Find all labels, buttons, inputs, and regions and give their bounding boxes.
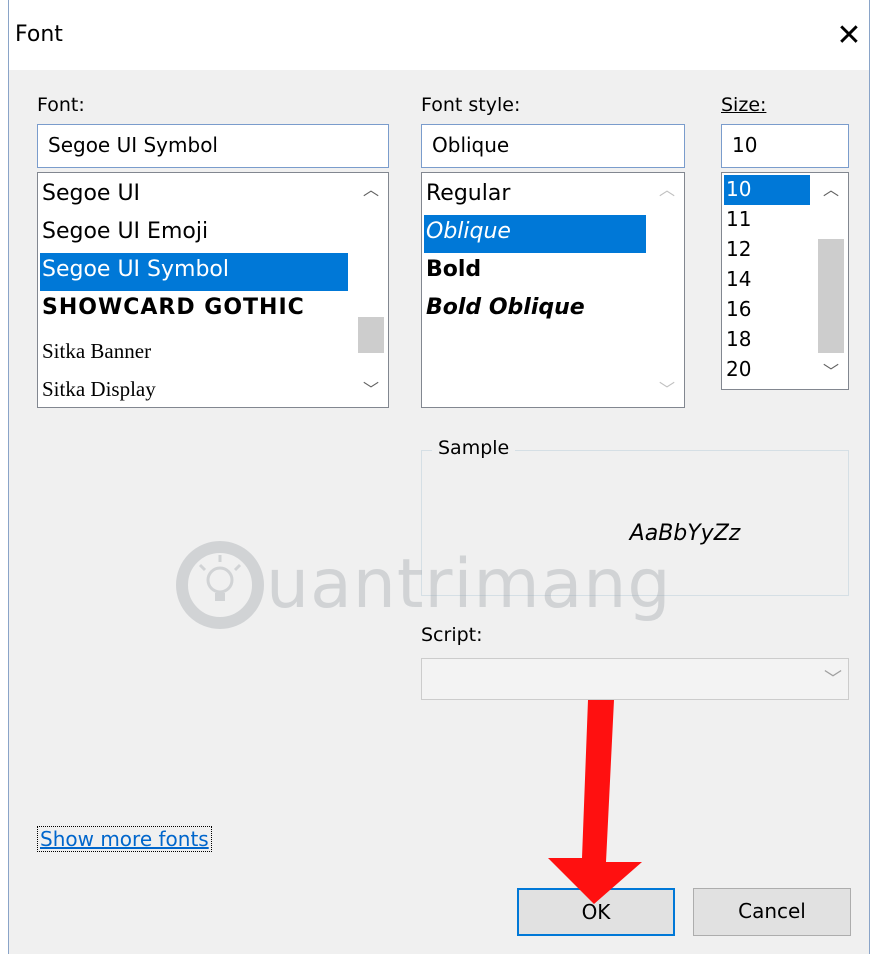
font-item-sitka-banner[interactable]: Sitka Banner (40, 333, 348, 371)
font-item-segoe-ui[interactable]: Segoe UI (40, 177, 348, 215)
window-title: Font (15, 22, 63, 47)
style-item-oblique[interactable]: Oblique (424, 215, 646, 253)
size-item[interactable]: 20 (724, 355, 810, 385)
font-item-showcard-gothic[interactable]: SHOWCARD GOTHIC (40, 291, 348, 331)
script-label: Script: (421, 624, 483, 646)
size-label: Size: (721, 94, 767, 116)
scroll-up-icon[interactable]: ︿ (650, 175, 684, 205)
size-list-scrollbar[interactable]: ︿ ﹀ (814, 173, 848, 389)
scroll-down-icon[interactable]: ﹀ (354, 375, 388, 405)
font-style-list[interactable]: Regular Oblique Bold Bold Oblique ︿ ﹀ (421, 172, 685, 408)
close-icon[interactable]: ✕ (829, 16, 869, 56)
sample-label: Sample (432, 437, 516, 459)
font-list-scrollbar[interactable]: ︿ ﹀ (354, 173, 388, 407)
size-item[interactable]: 14 (724, 265, 810, 295)
font-item-segoe-ui-emoji[interactable]: Segoe UI Emoji (40, 215, 348, 253)
font-list[interactable]: Segoe UI Segoe UI Emoji Segoe UI Symbol … (37, 172, 389, 408)
script-select[interactable]: ﹀ (421, 658, 849, 700)
scroll-thumb[interactable] (818, 239, 844, 353)
font-style-label: Font style: (421, 94, 521, 116)
scroll-up-icon[interactable]: ︿ (354, 175, 388, 205)
font-item-sitka-display[interactable]: Sitka Display (40, 371, 348, 407)
size-item[interactable]: 11 (724, 205, 810, 235)
font-dialog: Font ✕ Font: Segoe UI Symbol Segoe UI Se… (8, 0, 870, 954)
style-item-regular[interactable]: Regular (424, 177, 646, 215)
scroll-up-icon[interactable]: ︿ (814, 175, 848, 205)
style-item-bold-oblique[interactable]: Bold Oblique (424, 291, 646, 331)
size-input[interactable]: 10 (721, 124, 849, 168)
chevron-down-icon: ﹀ (824, 669, 842, 690)
style-item-bold[interactable]: Bold (424, 253, 646, 291)
sample-group: Sample AaBbYyZz (421, 437, 849, 596)
title-bar: Font ✕ (9, 0, 869, 70)
size-list[interactable]: 10 11 12 14 16 18 20 ︿ ﹀ (721, 172, 849, 390)
font-style-scrollbar[interactable]: ︿ ﹀ (650, 173, 684, 407)
font-input[interactable]: Segoe UI Symbol (37, 124, 389, 168)
scroll-down-icon[interactable]: ﹀ (814, 357, 848, 387)
font-style-input[interactable]: Oblique (421, 124, 685, 168)
size-item[interactable]: 10 (724, 175, 810, 205)
scroll-down-icon[interactable]: ﹀ (650, 375, 684, 405)
font-item-segoe-ui-symbol[interactable]: Segoe UI Symbol (40, 253, 348, 291)
cancel-button[interactable]: Cancel (693, 888, 851, 936)
ok-button[interactable]: OK (517, 888, 675, 936)
font-label: Font: (37, 94, 85, 116)
sample-preview: AaBbYyZz (629, 521, 741, 546)
show-more-fonts-link[interactable]: Show more fonts (37, 826, 212, 852)
size-item[interactable]: 18 (724, 325, 810, 355)
size-item[interactable]: 16 (724, 295, 810, 325)
scroll-thumb[interactable] (358, 317, 384, 353)
size-item[interactable]: 12 (724, 235, 810, 265)
